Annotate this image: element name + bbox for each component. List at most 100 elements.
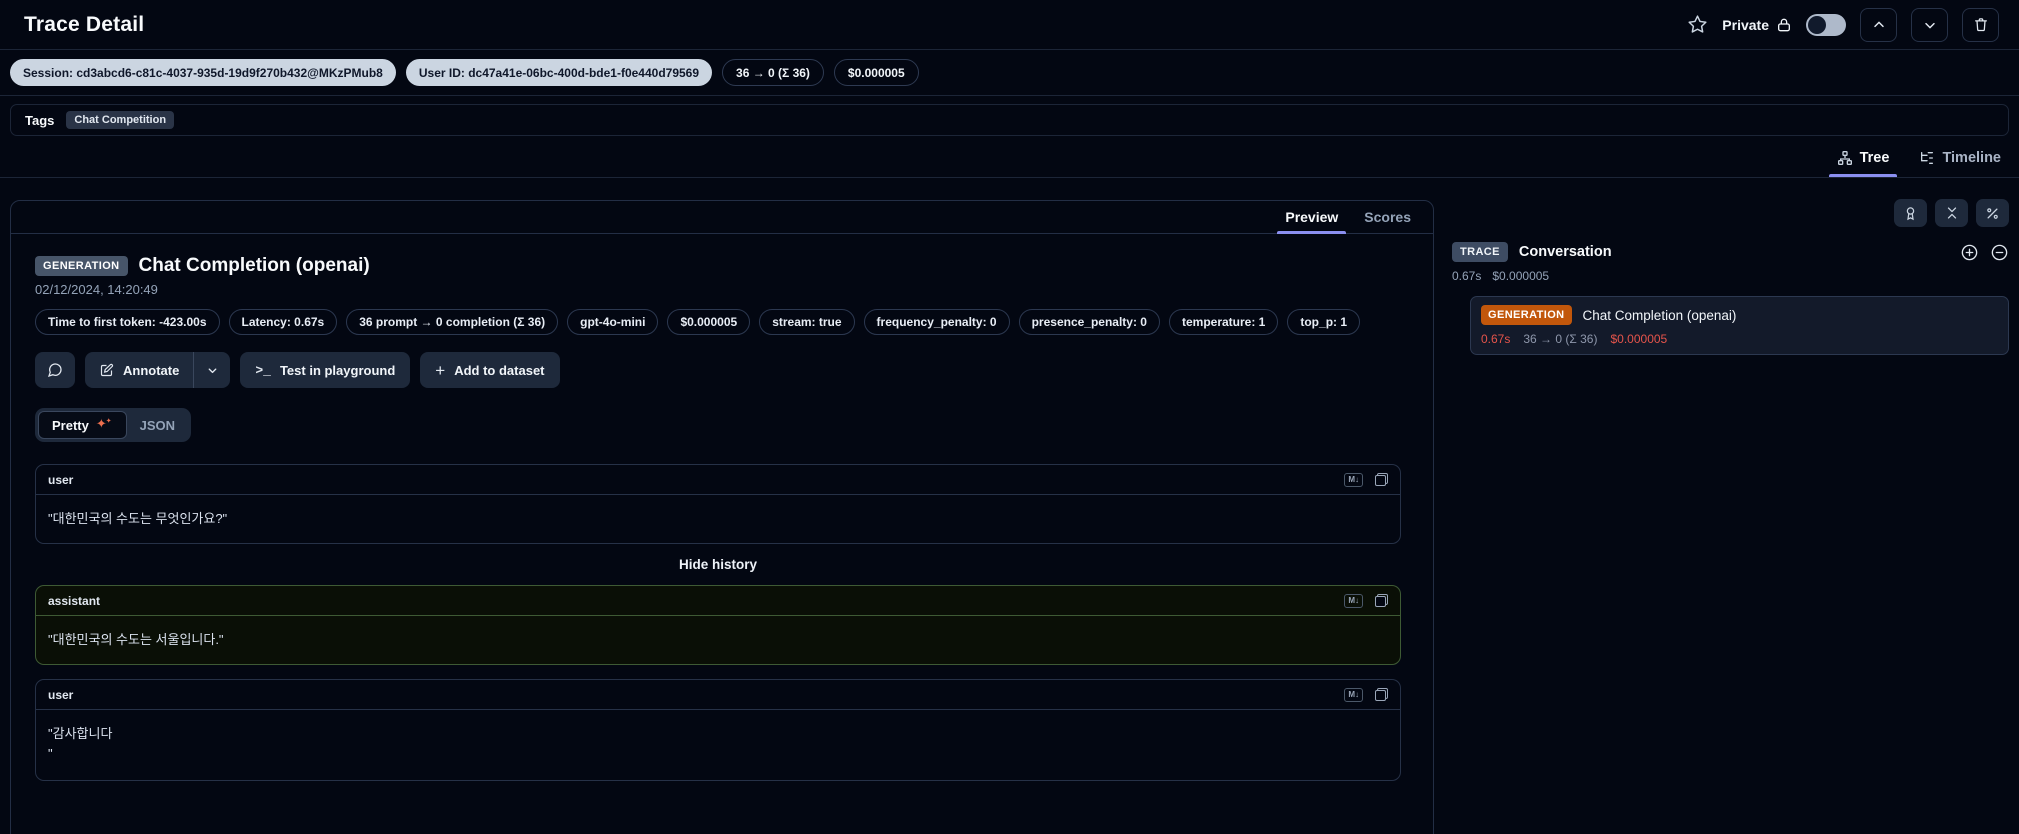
annotate-label: Annotate: [123, 362, 180, 378]
message-tools: M↓: [1344, 472, 1388, 487]
annotate-button[interactable]: Annotate: [85, 352, 193, 388]
tab-tree-label: Tree: [1859, 149, 1890, 166]
markdown-toggle-icon[interactable]: M↓: [1344, 472, 1363, 487]
plus-icon: +: [435, 360, 446, 380]
panel-body: GENERATION Chat Completion (openai) 02/1…: [11, 234, 1433, 805]
observation-title-row: GENERATION Chat Completion (openai): [35, 255, 1401, 277]
comments-button[interactable]: [35, 352, 75, 388]
trace-detail-page: Trace Detail Private Session: cd3abcd6-c…: [0, 0, 2019, 834]
add-to-dataset-label: Add to dataset: [454, 362, 545, 378]
tab-scores[interactable]: Scores: [1364, 201, 1411, 233]
active-tab-underline: [1828, 174, 1898, 177]
lock-icon: [1776, 17, 1792, 33]
page-title: Trace Detail: [24, 12, 145, 36]
trace-latency: 0.67s: [1452, 269, 1482, 283]
format-pretty-button[interactable]: Pretty ✦✦: [38, 411, 127, 439]
trace-root-row[interactable]: TRACE Conversation: [1452, 242, 2009, 262]
privacy-status: Private: [1722, 17, 1792, 33]
metric-badge: temperature: 1: [1168, 309, 1279, 335]
sidebar-toolbar: [1452, 199, 2009, 227]
user-id-badge[interactable]: User ID: dc47a41e-06bc-400d-bde1-f0e440d…: [405, 59, 713, 86]
tab-tree[interactable]: Tree: [1828, 138, 1898, 177]
cost-badge: $0.000005: [833, 59, 919, 86]
observation-item-stats: 0.67s 36 → 0 (Σ 36) $0.000005: [1481, 332, 1998, 346]
add-to-dataset-button[interactable]: + Add to dataset: [420, 352, 560, 388]
annotate-icon: [99, 363, 114, 378]
metrics-percent-button[interactable]: [1976, 199, 2009, 227]
observation-item-title: Chat Completion (openai): [1582, 307, 1737, 323]
observation-timestamp: 02/12/2024, 14:20:49: [35, 282, 158, 297]
expand-all-icon[interactable]: [1960, 243, 1979, 262]
message-user-2: user M↓ "감사합니다 ": [35, 679, 1401, 782]
annotate-dropdown-button[interactable]: [194, 352, 230, 388]
message-role: user: [48, 687, 74, 702]
sparkles-icon: ✦✦: [95, 416, 112, 431]
format-json-button[interactable]: JSON: [127, 411, 188, 439]
message-assistant: assistant M↓ "대한민국의 수도는 서울입니다.": [35, 585, 1401, 666]
collapse-all-icon[interactable]: [1990, 243, 2009, 262]
copy-icon[interactable]: [1375, 473, 1388, 486]
session-badge[interactable]: Session: cd3abcd6-c81c-4037-935d-19d9f27…: [10, 59, 396, 86]
trace-stats: 0.67s $0.000005: [1452, 269, 2009, 283]
actions-row: Annotate >_ Test in playground + Add to …: [35, 352, 1401, 388]
tag-chip[interactable]: Chat Competition: [66, 111, 175, 129]
tab-preview-label: Preview: [1285, 209, 1339, 225]
star-icon[interactable]: [1687, 14, 1708, 35]
copy-icon[interactable]: [1375, 688, 1388, 702]
tab-timeline[interactable]: Timeline: [1917, 138, 2003, 177]
observation-latency: 0.67s: [1481, 332, 1511, 346]
page-header: Trace Detail Private: [0, 0, 2019, 50]
collapse-tree-button[interactable]: [1935, 199, 1968, 227]
message-content: "감사합니다 ": [48, 726, 113, 762]
terminal-icon: >_: [255, 362, 271, 378]
observation-type-badge: GENERATION: [35, 256, 128, 276]
trace-cost: $0.000005: [1492, 269, 1550, 283]
scores-award-button[interactable]: [1894, 199, 1927, 227]
message-role: user: [48, 472, 74, 487]
observation-tokens: 36 → 0 (Σ 36): [1523, 332, 1598, 346]
message-tools: M↓: [1344, 593, 1388, 608]
header-actions: Private: [1687, 7, 1999, 42]
message-content: "대한민국의 수도는 서울입니다.": [48, 632, 224, 648]
test-in-playground-button[interactable]: >_ Test in playground: [240, 352, 411, 388]
metric-badge: presence_penalty: 0: [1018, 309, 1160, 335]
message-header: user M↓: [36, 465, 1400, 495]
json-label: JSON: [139, 417, 176, 433]
metric-badge: Latency: 0.67s: [228, 309, 338, 335]
tab-preview[interactable]: Preview: [1277, 201, 1347, 234]
message-content: "대한민국의 수도는 무엇인가요?": [48, 511, 228, 526]
public-toggle[interactable]: [1806, 13, 1846, 36]
chat-messages: user M↓ "대한민국의 수도는 무엇인가요?" Hide history …: [35, 464, 1401, 782]
markdown-toggle-icon[interactable]: M↓: [1344, 593, 1363, 608]
tab-scores-label: Scores: [1364, 209, 1411, 225]
privacy-label: Private: [1722, 16, 1769, 33]
view-tabs: Tree Timeline: [0, 138, 2019, 178]
tab-timeline-label: Timeline: [1942, 149, 2001, 166]
pretty-label: Pretty: [52, 417, 89, 433]
observation-title: Chat Completion (openai): [138, 255, 370, 276]
message-role: assistant: [48, 593, 101, 608]
timeline-icon: [1919, 150, 1935, 166]
copy-icon[interactable]: [1375, 594, 1388, 608]
delete-trace-button[interactable]: [1962, 7, 1999, 42]
observation-cost: $0.000005: [1610, 332, 1668, 346]
token-usage-badge: 36 → 0 (Σ 36): [722, 59, 824, 86]
metric-badge: frequency_penalty: 0: [863, 309, 1010, 335]
preview-tab-underline: [1277, 231, 1347, 234]
metric-badge: Time to first token: -423.00s: [35, 309, 220, 335]
playground-label: Test in playground: [279, 362, 396, 378]
metric-badge: top_p: 1: [1287, 309, 1361, 335]
panel-tabs: Preview Scores: [11, 201, 1433, 234]
markdown-toggle-icon[interactable]: M↓: [1344, 687, 1363, 702]
prev-observation-button[interactable]: [1860, 7, 1897, 42]
message-header: user M↓: [36, 680, 1400, 711]
metric-badge: 36 prompt → 0 completion (Σ 36): [346, 309, 559, 335]
observation-panel: Preview Scores GENERATION Chat Completio…: [10, 200, 1434, 834]
next-observation-button[interactable]: [1911, 7, 1948, 42]
trace-type-badge: TRACE: [1452, 242, 1508, 262]
tags-label: Tags: [25, 112, 55, 128]
observation-tree-item[interactable]: GENERATION Chat Completion (openai) 0.67…: [1470, 296, 2009, 355]
hide-history-button[interactable]: Hide history: [35, 557, 1401, 572]
metric-badge: gpt-4o-mini: [567, 309, 659, 335]
format-toggle: Pretty ✦✦ JSON: [35, 408, 192, 442]
